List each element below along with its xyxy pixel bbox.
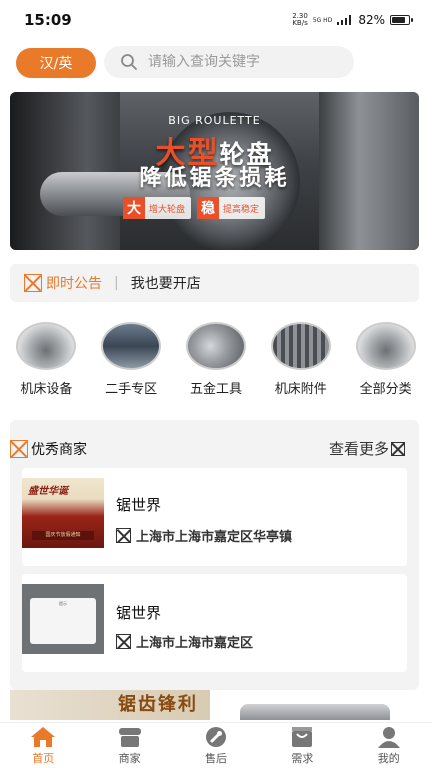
banner-subtitle: BIG ROULETTE (168, 114, 261, 127)
category-item-hardware-tools[interactable]: 五金工具 (176, 322, 256, 398)
shopping-bag-icon (289, 725, 315, 749)
merchant-thumbnail: 盛世华诞 国庆节放假通知 (22, 478, 104, 548)
merchant-name: 锯世界 (116, 496, 162, 514)
merchant-card[interactable]: 提示 锯世界 上海市上海市嘉定区 (22, 574, 407, 672)
featured-merchants-section: 优秀商家 查看更多 盛世华诞 国庆节放假通知 锯世界 上海市上海市嘉定区华亭镇 … (10, 420, 419, 690)
battery-percent: 82% (358, 13, 385, 27)
view-more-link[interactable]: 查看更多 (329, 438, 405, 459)
home-icon (30, 725, 56, 749)
banner-title-line2: 降低锯条损耗 (139, 166, 290, 191)
banner-tags: 大 增大轮盘 稳 提高稳定 (123, 197, 266, 219)
category-item-accessories[interactable]: 机床附件 (261, 322, 341, 398)
merchant-address: 上海市上海市嘉定区 (116, 632, 253, 651)
language-toggle-button[interactable]: 汉/英 (16, 48, 96, 78)
search-input[interactable] (148, 54, 348, 70)
location-icon (116, 528, 131, 543)
section-title: 优秀商家 (31, 441, 87, 458)
merchant-thumbnail: 提示 (22, 584, 104, 654)
promo-image (240, 704, 390, 720)
network-speed: 2.30 KB/s (292, 12, 308, 27)
category-item-all[interactable]: 全部分类 (346, 322, 426, 398)
more-arrow-icon (391, 441, 405, 456)
signal-icon: 5G HD (312, 16, 333, 24)
status-time: 15:09 (24, 11, 72, 29)
location-icon (116, 634, 131, 649)
notice-icon (24, 274, 42, 292)
notice-text[interactable]: 我也要开店 (131, 273, 201, 293)
category-row: 机床设备 二手专区 五金工具 机床附件 全部分类 (0, 322, 432, 398)
category-image (270, 322, 331, 370)
category-image (185, 322, 246, 370)
notice-bar[interactable]: 即时公告 | 我也要开店 (10, 264, 419, 302)
tab-profile[interactable]: 我的 (359, 725, 419, 766)
user-icon (376, 725, 402, 749)
tab-merchants[interactable]: 商家 (100, 725, 160, 766)
store-icon (117, 725, 143, 749)
banner-tag: 稳 提高稳定 (197, 197, 266, 219)
status-bar: 15:09 2.30 KB/s 5G HD 82% (0, 0, 432, 40)
banner-tag: 大 增大轮盘 (123, 197, 192, 219)
bottom-tab-bar: 首页 商家 售后 需求 我的 (0, 722, 432, 768)
product-promo-strip[interactable]: 锯齿锋利 (10, 690, 420, 720)
wrench-icon (203, 725, 229, 749)
tab-home[interactable]: 首页 (13, 725, 73, 766)
battery-icon (390, 15, 413, 25)
promo-text: 锯齿锋利 (118, 694, 198, 715)
notice-label: 即时公告 (46, 276, 102, 292)
promo-banner[interactable]: BIG ROULETTE 大型轮盘 降低锯条损耗 大 增大轮盘 稳 提高稳定 (10, 92, 419, 250)
category-image (355, 322, 416, 370)
category-image (101, 322, 162, 370)
merchant-name: 锯世界 (116, 604, 162, 622)
category-item-machine-tools[interactable]: 机床设备 (6, 322, 86, 398)
tab-after-sales[interactable]: 售后 (186, 725, 246, 766)
tab-demand[interactable]: 需求 (272, 725, 332, 766)
merchant-address: 上海市上海市嘉定区华亭镇 (116, 526, 292, 545)
merchant-section-icon (10, 439, 28, 458)
section-header: 优秀商家 查看更多 (10, 438, 419, 459)
category-image (16, 322, 77, 370)
category-item-second-hand[interactable]: 二手专区 (91, 322, 171, 398)
status-indicators: 2.30 KB/s 5G HD 82% (292, 12, 413, 27)
search-icon (121, 54, 137, 70)
signal-bars-icon (337, 15, 352, 25)
merchant-card[interactable]: 盛世华诞 国庆节放假通知 锯世界 上海市上海市嘉定区华亭镇 (22, 468, 407, 566)
search-bar[interactable] (104, 46, 354, 78)
